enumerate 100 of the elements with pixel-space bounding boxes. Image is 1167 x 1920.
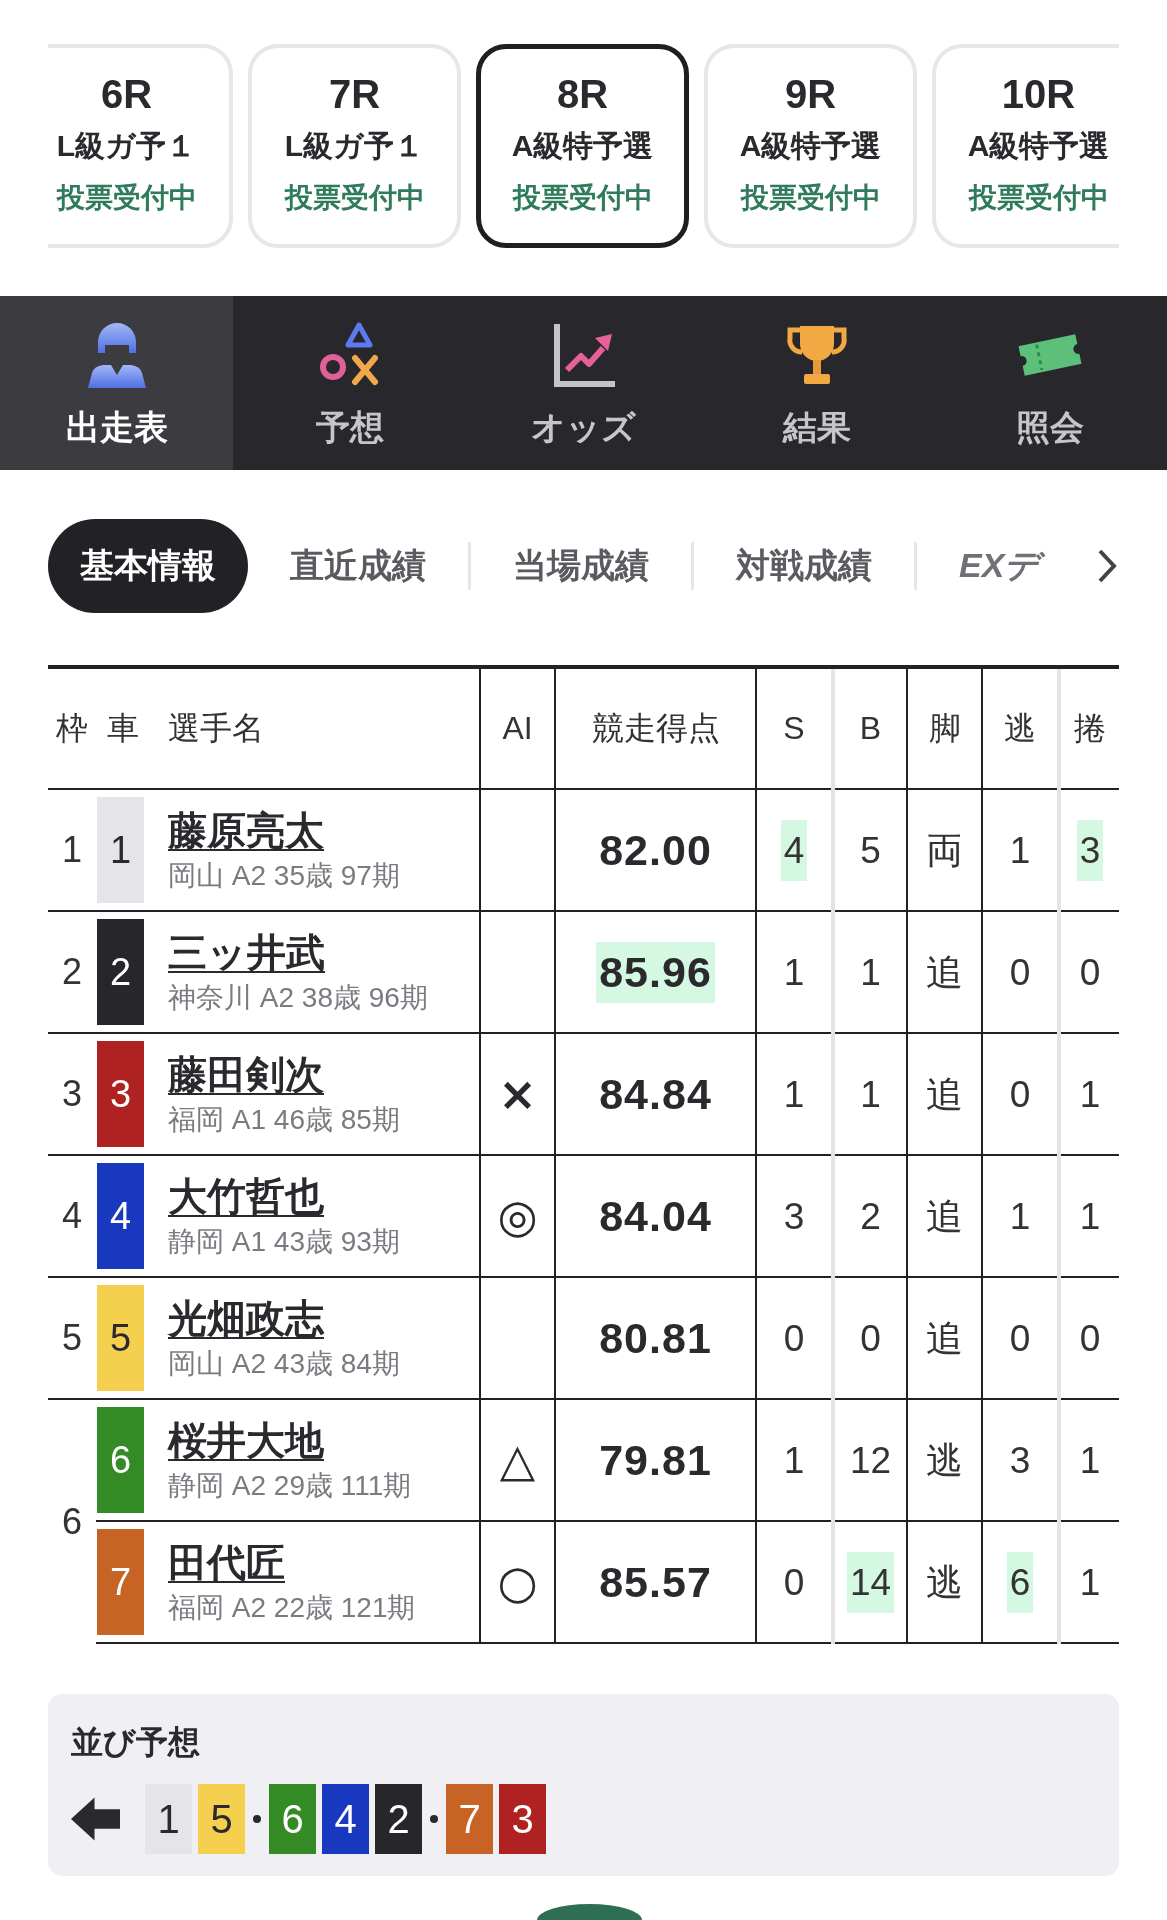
race-tab[interactable]: 7R L級ガ予１ 投票受付中: [248, 44, 461, 248]
score-value: 79.81: [598, 1434, 713, 1486]
stat-value: 追: [925, 1316, 964, 1361]
stat-value: 3: [1076, 819, 1104, 881]
column-header: AI: [502, 710, 533, 746]
ai-prediction-mark: △: [499, 1433, 536, 1487]
column-header: 脚: [928, 709, 961, 746]
column-header: 選手名: [168, 709, 264, 746]
stat-value: 追: [925, 1072, 964, 1117]
stat-value: 1: [1078, 1194, 1102, 1239]
rider-name-link[interactable]: 田代匠: [168, 1539, 285, 1587]
race-tab[interactable]: 10R A級特予選 投票受付中: [932, 44, 1119, 248]
sub-tab[interactable]: 対戦成績: [694, 519, 914, 613]
nav-tab[interactable]: オッズ: [466, 296, 701, 470]
stat-value: 1: [782, 950, 806, 995]
stat-value: 14: [846, 1551, 895, 1613]
column-header: 逃: [1004, 709, 1036, 746]
stat-value: 1: [782, 1438, 806, 1483]
frame-number: 6: [62, 1500, 82, 1542]
car-number: 3: [499, 1784, 546, 1854]
stat-value: 0: [782, 1560, 806, 1605]
rider-name-link[interactable]: 藤田剣次: [168, 1051, 324, 1099]
dot-icon: [253, 1815, 261, 1823]
frame-number: 1: [62, 829, 82, 870]
race-tab[interactable]: 8R A級特予選 投票受付中: [476, 44, 689, 248]
car-number: 1: [145, 1784, 192, 1854]
car-number: 6: [269, 1784, 316, 1854]
score-value: 80.81: [598, 1312, 713, 1364]
rider-profile: 福岡 A1 46歳 85期: [168, 1103, 400, 1137]
stat-value: 0: [782, 1316, 806, 1361]
column-header: S: [783, 710, 805, 746]
car-number: 1: [97, 797, 144, 903]
nav-tab[interactable]: 出走表: [0, 296, 234, 470]
score-value: 82.00: [598, 824, 713, 876]
sub-tab[interactable]: 基本情報: [48, 519, 248, 613]
stat-value: 追: [925, 950, 964, 995]
stat-value: 2: [859, 1194, 882, 1239]
frame-number: 3: [62, 1073, 82, 1114]
ai-prediction-mark: ×: [498, 1067, 537, 1121]
race-tab[interactable]: 9R A級特予選 投票受付中: [704, 44, 917, 248]
sub-tab[interactable]: 当場成績: [471, 519, 691, 613]
race-tab[interactable]: 6R L級ガ予１ 投票受付中: [48, 44, 233, 248]
panel-title: 並び予想: [71, 1724, 200, 1760]
left-arrow-icon: [71, 1797, 120, 1841]
score-value: 84.04: [598, 1190, 713, 1242]
rider-name-link[interactable]: 大竹哲也: [168, 1173, 324, 1221]
nav-tab[interactable]: 結果: [700, 296, 934, 470]
rider-name-link[interactable]: 三ッ井武: [168, 929, 325, 977]
score-value: 85.57: [598, 1556, 713, 1608]
rider-name-link[interactable]: 光畑政志: [168, 1295, 324, 1343]
car-number: 2: [375, 1784, 422, 1854]
rider-name-link[interactable]: 藤原亮太: [168, 807, 324, 855]
column-header: 競走得点: [591, 709, 720, 746]
chevron-right-icon[interactable]: [1097, 548, 1117, 584]
stat-value: 0: [1008, 950, 1032, 995]
score-value: 84.84: [598, 1068, 713, 1120]
rider-name-link[interactable]: 桜井大地: [168, 1417, 324, 1465]
stat-value: 0: [1008, 1072, 1032, 1117]
rider-profile: 岡山 A2 43歳 84期: [168, 1347, 400, 1381]
rider-profile: 岡山 A2 35歳 97期: [168, 859, 400, 893]
stat-value: 4: [780, 819, 808, 881]
frame-number: 2: [62, 951, 82, 992]
car-number: 5: [97, 1285, 144, 1391]
car-number: 7: [446, 1784, 493, 1854]
stat-value: 0: [1008, 1316, 1032, 1361]
rider-profile: 静岡 A1 43歳 93期: [168, 1225, 400, 1259]
car-number: 5: [198, 1784, 245, 1854]
stat-value: 追: [925, 1194, 964, 1239]
car-number: 4: [97, 1163, 144, 1269]
car-number: 2: [97, 919, 144, 1025]
stat-value: 0: [859, 1316, 882, 1361]
frame-number: 5: [62, 1317, 82, 1358]
car-number: 6: [97, 1407, 144, 1513]
sub-tab[interactable]: EXデ: [917, 519, 1050, 613]
frame-number: 4: [62, 1195, 82, 1236]
rider-profile: 神奈川 A2 38歳 96期: [168, 981, 428, 1015]
stat-value: 逃: [925, 1560, 964, 1605]
stat-value: 1: [1078, 1438, 1102, 1483]
stat-value: 1: [1008, 1194, 1032, 1239]
column-header: 捲: [1074, 709, 1106, 746]
sub-tab[interactable]: 直近成績: [248, 519, 468, 613]
car-number: 4: [322, 1784, 369, 1854]
nav-tab[interactable]: 予想: [233, 296, 467, 470]
car-number: 7: [97, 1529, 144, 1635]
rider-profile: 静岡 A2 29歳 111期: [168, 1469, 412, 1503]
stat-value: 両: [925, 828, 964, 873]
stat-value: 1: [1078, 1072, 1102, 1117]
dot-icon: [430, 1815, 438, 1823]
stat-value: 1: [782, 1072, 806, 1117]
score-value: 85.96: [596, 941, 715, 1003]
car-number: 3: [97, 1041, 144, 1147]
column-header: 車: [107, 709, 139, 746]
stat-value: 1: [859, 1072, 882, 1117]
column-header: 枠: [56, 709, 88, 746]
stat-value: 6: [1006, 1551, 1034, 1613]
stat-value: 逃: [925, 1438, 964, 1483]
stat-value: 5: [859, 828, 882, 873]
stat-value: 1: [1008, 828, 1032, 873]
nav-tab[interactable]: 照会: [933, 296, 1167, 470]
ai-prediction-mark: ◎: [497, 1189, 538, 1243]
